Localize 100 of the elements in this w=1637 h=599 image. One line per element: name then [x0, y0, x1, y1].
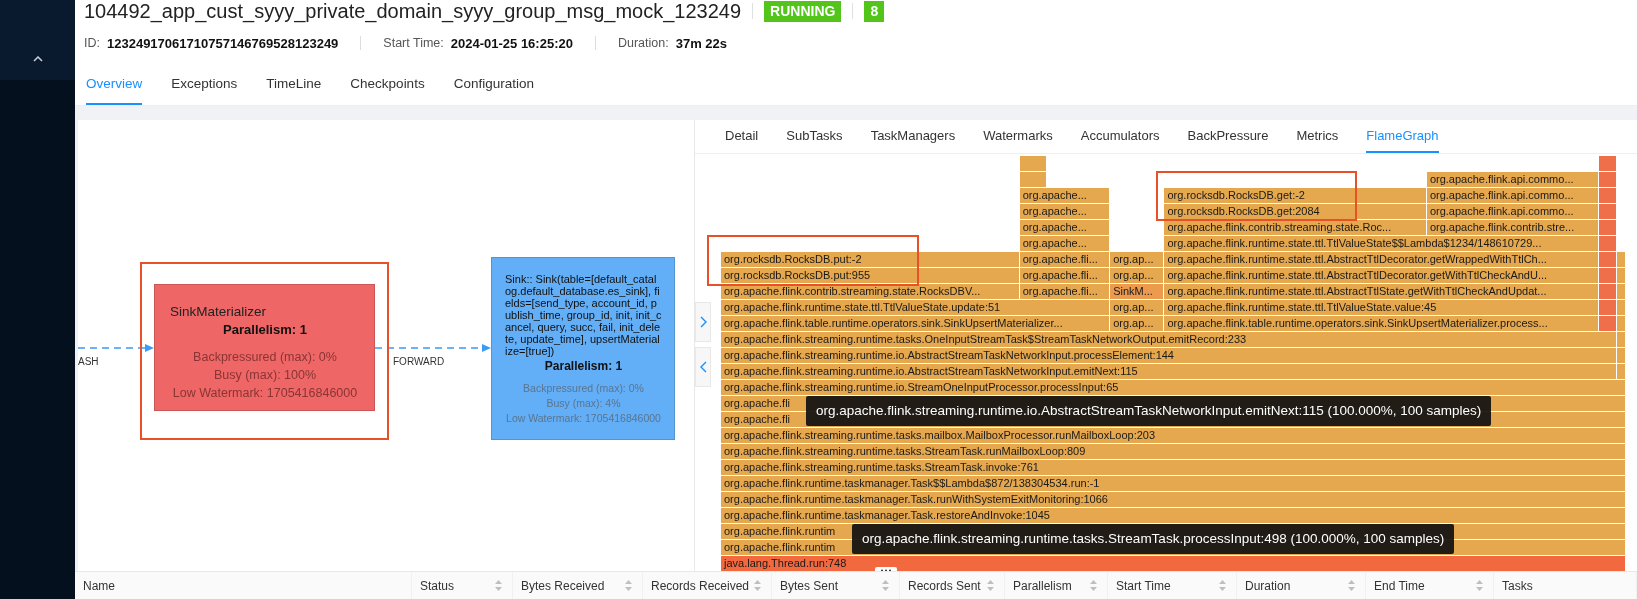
node-name: SinkMaterializer	[170, 303, 268, 321]
column-header[interactable]: Parallelism	[1005, 572, 1108, 599]
flame-frame[interactable]: org.apache.flink.api.commo...	[1426, 204, 1599, 220]
column-header[interactable]: Tasks	[1494, 572, 1637, 599]
flame-frame[interactable]: org.apache.flink.runtime.state.ttl.AbstractTtlState.getWithTtlCheckAndUpdat...	[1164, 284, 1599, 300]
flame-frame[interactable]: org.apache.flink.contrib.streaming.state.Roc...	[1164, 220, 1427, 236]
node-metric: Low Watermark: 1705416846000	[171, 385, 359, 402]
tab[interactable]: Watermarks	[983, 120, 1053, 153]
flame-frame[interactable]	[1616, 316, 1626, 332]
column-header[interactable]: End Time	[1366, 572, 1494, 599]
tab[interactable]: Configuration	[453, 64, 534, 105]
flame-frame[interactable]: org.apache.flink.runtime.taskmanager.Task$$Lambda$872/138304534.run:-1	[721, 476, 1626, 492]
flame-frame[interactable]	[1019, 172, 1047, 188]
flame-frame[interactable]: org.rocksdb.RocksDB.put:-2	[721, 252, 1020, 268]
node-metric: Low Watermark: 1705416846000	[505, 411, 662, 426]
flame-frame[interactable]: org.apache.flink.streaming.runtime.io.StreamOneInputProcessor.processInput:65	[721, 380, 1626, 396]
flame-frame[interactable]: org.apache.flink.runtime.state.ttl.TtlValueState.update:51	[721, 300, 1111, 316]
flame-frame[interactable]: org.apache.flink.streaming.runtime.tasks.OneInputStreamTask$StreamTaskNetworkOutput.emitRecord:233	[721, 332, 1617, 348]
flame-frame[interactable]: org.apache.flink.streaming.runtime.tasks.StreamTask.runMailboxLoop:809	[721, 444, 1626, 460]
column-header[interactable]: Records Sent	[900, 572, 1005, 599]
flame-frame[interactable]: org.apache.flink.runtime.state.ttl.TtlValueState.value:45	[1164, 300, 1599, 316]
sort-icon[interactable]	[1348, 580, 1355, 591]
flame-frame[interactable]: org.apache.flink.runtime.state.ttl.TtlValueState$$Lambda$1234/148610729...	[1164, 236, 1599, 252]
tab[interactable]: Checkpoints	[350, 64, 425, 105]
flame-frame[interactable]: org.apache.flink.contrib.stre...	[1426, 220, 1599, 236]
flame-frame[interactable]	[1616, 348, 1626, 364]
column-header[interactable]: Bytes Received	[513, 572, 643, 599]
flame-frame[interactable]	[1019, 156, 1047, 172]
flame-frame[interactable]: org.apache.fli...	[1019, 252, 1111, 268]
flame-frame[interactable]: org.apache.flink.streaming.runtime.io.AbstractStreamTaskNetworkInput.emitNext:115	[721, 364, 1617, 380]
flame-frame[interactable]: org.apache.flink.table.runtime.operators.sink.SinkUpsertMaterializer.process...	[1164, 316, 1599, 332]
flame-frame[interactable]: org.rocksdb.RocksDB.put:955	[721, 268, 1020, 284]
node-metric: Backpressured (max): 0%	[522, 381, 645, 396]
tab[interactable]: BackPressure	[1187, 120, 1269, 153]
flame-frame[interactable]: org.apache.flink.table.runtime.operators.sink.SinkUpsertMaterializer...	[721, 316, 1111, 332]
flame-frame[interactable]: org.apache...	[1019, 204, 1111, 220]
panel-toggle-button[interactable]	[695, 302, 711, 342]
column-header[interactable]: Records Received	[643, 572, 772, 599]
flame-frame[interactable]	[1616, 284, 1626, 300]
sort-icon[interactable]	[882, 580, 889, 591]
sort-icon[interactable]	[1219, 580, 1226, 591]
flame-frame[interactable]: org.apache.flink.api.commo...	[1426, 188, 1599, 204]
node-metric: Busy (max): 4%	[545, 396, 622, 411]
flame-frame[interactable]: org.apache.fli...	[1019, 268, 1111, 284]
tab[interactable]: Metrics	[1296, 120, 1339, 153]
tab[interactable]: Exceptions	[171, 64, 238, 105]
column-header[interactable]: Duration	[1237, 572, 1366, 599]
flame-frame[interactable]: org.apache.flink.runtime.state.ttl.AbstractTtlDecorator.getWrappedWithTtlCh...	[1164, 252, 1599, 268]
operator-node[interactable]: SinkMaterializer Parallelism: 1 Backpressured (max): 0% Busy (max): 100% Low Watermark: 1705416846000	[154, 284, 375, 411]
column-header[interactable]: Status	[412, 572, 513, 599]
flame-frame[interactable]: org.apache.flink.runtime.state.ttl.AbstractTtlDecorator.getWithTtlCheckAndU...	[1164, 268, 1599, 284]
tab[interactable]: SubTasks	[786, 120, 843, 153]
flame-frame[interactable]: org.apache...	[1019, 188, 1111, 204]
column-header[interactable]: Name	[75, 572, 412, 599]
tab[interactable]: TaskManagers	[870, 120, 956, 153]
panel-toggle-button[interactable]	[695, 347, 711, 387]
flame-frame[interactable]: org.apache.flink.streaming.runtime.tasks.StreamTask.invoke:761	[721, 460, 1626, 476]
sort-icon[interactable]	[1476, 580, 1483, 591]
flame-frame[interactable]	[1598, 156, 1617, 172]
chevron-up-icon[interactable]	[32, 56, 43, 62]
chevron-right-icon	[699, 316, 707, 328]
sort-icon[interactable]	[625, 580, 632, 591]
flame-frame[interactable]: org.apache.fli...	[1019, 284, 1111, 300]
flame-frame[interactable]	[1616, 252, 1626, 268]
tab[interactable]: Detail	[725, 120, 759, 153]
flame-frame[interactable]: org.apache.flink.streaming.runtime.io.AbstractStreamTaskNetworkInput.processElement:144	[721, 348, 1617, 364]
operator-node[interactable]	[491, 257, 675, 440]
flame-frame[interactable]: org.ap...	[1110, 252, 1165, 268]
sort-icon[interactable]	[987, 580, 994, 591]
flame-frame[interactable]: org.ap...	[1110, 316, 1165, 332]
flame-frame[interactable]: SinkM...	[1110, 284, 1165, 300]
flame-frame[interactable]: java.lang.Thread.run:748	[721, 556, 1626, 571]
flame-frame[interactable]: org.apache...	[1019, 236, 1111, 252]
flame-frame[interactable]: org.apache.flink.streaming.runtime.tasks.mailbox.MailboxProcessor.runMailboxLoop:203	[721, 428, 1626, 444]
node-metric: Busy (max): 100%	[212, 367, 318, 384]
tab[interactable]: Accumulators	[1080, 120, 1160, 153]
tab[interactable]: TimeLine	[266, 64, 322, 105]
column-header[interactable]: Start Time	[1108, 572, 1237, 599]
sort-icon[interactable]	[495, 580, 502, 591]
flame-frame[interactable]: org.ap...	[1110, 268, 1165, 284]
flame-frame[interactable]: org.ap...	[1110, 300, 1165, 316]
job-title: 104492_app_cust_syyy_private_domain_syyy_group_msg_mock_123249	[84, 0, 742, 22]
flame-frame[interactable]: org.rocksdb.RocksDB.get:2084	[1164, 204, 1427, 220]
edge-label: ASH	[78, 356, 99, 367]
info-value: 37m 22s	[675, 35, 727, 51]
sort-icon[interactable]	[1090, 580, 1097, 591]
flame-frame[interactable]	[1616, 268, 1626, 284]
flame-frame[interactable]: org.apache...	[1019, 220, 1111, 236]
flame-frame[interactable]: org.apache.flink.contrib.streaming.state.RocksDBV...	[721, 284, 1020, 300]
count-badge: 8	[864, 0, 885, 22]
flame-frame[interactable]: org.apache.flink.runtime.taskmanager.Task.restoreAndInvoke:1045	[721, 508, 1626, 524]
sort-icon[interactable]	[754, 580, 761, 591]
flame-frame[interactable]	[1616, 300, 1626, 316]
column-header[interactable]: Bytes Sent	[772, 572, 900, 599]
flame-frame[interactable]: org.apache.flink.api.commo...	[1426, 172, 1599, 188]
chevron-left-icon	[699, 361, 707, 373]
flame-frame[interactable]: org.rocksdb.RocksDB.get:-2	[1164, 188, 1427, 204]
flame-frame[interactable]	[1616, 332, 1626, 348]
flame-frame[interactable]	[1616, 364, 1626, 380]
flame-frame[interactable]: org.apache.flink.runtime.taskmanager.Task.runWithSystemExitMonitoring:1066	[721, 492, 1626, 508]
